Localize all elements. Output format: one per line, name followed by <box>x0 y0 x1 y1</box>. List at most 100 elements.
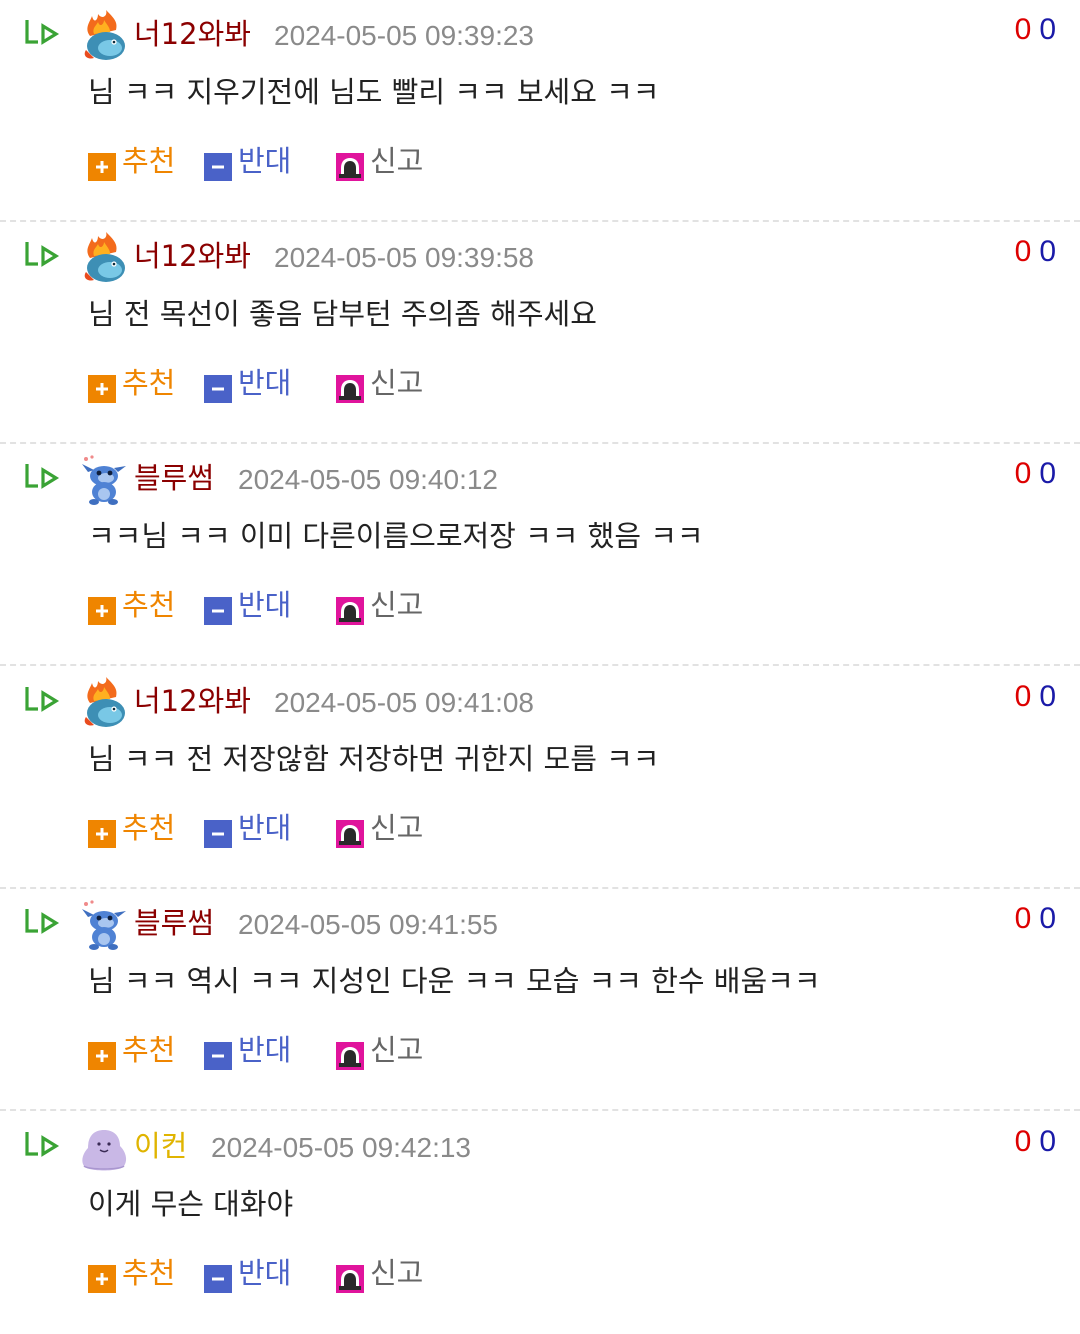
comment-item: 이컨 2024-05-05 09:42:13 0 0 이게 무슨 대화야추천 반대 신고 <box>0 1112 1080 1334</box>
recommend-label: 추천 <box>122 811 176 845</box>
oppose-button[interactable]: 반대 <box>204 1030 296 1070</box>
comment-nickname[interactable]: 블루썸 <box>134 903 214 943</box>
minus-icon <box>204 1265 232 1293</box>
minus-icon <box>204 375 232 403</box>
report-label: 신고 <box>370 1033 424 1067</box>
comment-item: 너12와봐 2024-05-05 09:39:58 0 0 님 전 목선이 좋음 담부턴… <box>0 222 1080 444</box>
downvote-count: 0 <box>1039 13 1056 46</box>
comment-nickname[interactable]: 너12와봐 <box>134 236 251 276</box>
vote-counts: 00 <box>1015 454 1056 494</box>
report-button[interactable]: 신고 <box>336 1253 428 1293</box>
comment-text: 님 ㅋㅋ 지우기전에 님도 빨리 ㅋㅋ 보세요 ㅋㅋ <box>88 75 660 109</box>
recommend-button[interactable]: 추천 <box>88 363 180 403</box>
comment-item: 블루썸 2024-05-05 09:41:55 0 0 님 ㅋㅋ 역시 ㅋㅋ 지성인 다… <box>0 889 1080 1111</box>
reply-arrow-icon <box>24 685 60 715</box>
comment-text: 님 ㅋㅋ 역시 ㅋㅋ 지성인 다운 ㅋㅋ 모습 ㅋㅋ 한수 배움ㅋㅋ <box>88 964 821 998</box>
comment-text: ㅋㅋ님 ㅋㅋ 이미 다른이름으로저장 ㅋㅋ 했음 ㅋㅋ <box>88 519 704 553</box>
fire-dragon-avatar-icon[interactable] <box>80 232 128 284</box>
comment-text: 님 전 목선이 좋음 담부턴 주의좀 해주세요 <box>88 297 597 331</box>
recommend-button[interactable]: 추천 <box>88 585 180 625</box>
recommend-button[interactable]: 추천 <box>88 808 180 848</box>
fire-dragon-avatar-icon[interactable] <box>80 677 128 729</box>
recommend-button[interactable]: 추천 <box>88 141 180 181</box>
vote-counts: 00 <box>1015 10 1056 50</box>
plus-icon <box>88 1265 116 1293</box>
downvote-count: 0 <box>1039 680 1056 713</box>
oppose-label: 반대 <box>238 1256 292 1290</box>
upvote-count: 0 <box>1014 902 1032 935</box>
recommend-label: 추천 <box>122 366 176 400</box>
minus-icon <box>204 597 232 625</box>
oppose-button[interactable]: 반대 <box>204 808 296 848</box>
plus-icon <box>88 820 116 848</box>
upvote-count: 0 <box>1014 680 1032 713</box>
reply-arrow-icon <box>24 462 60 492</box>
comment-timestamp: 2024-05-05 09:40:12 <box>238 464 498 495</box>
report-label: 신고 <box>370 1256 424 1290</box>
oppose-button[interactable]: 반대 <box>204 585 296 625</box>
comment-item: 너12와봐 2024-05-05 09:39:23 0 0 님 ㅋㅋ 지우기전에 님도 … <box>0 0 1080 222</box>
report-label: 신고 <box>370 366 424 400</box>
upvote-count: 0 <box>1014 13 1032 46</box>
comment-timestamp: 2024-05-05 09:39:23 <box>274 20 534 51</box>
recommend-button[interactable]: 추천 <box>88 1030 180 1070</box>
oppose-button[interactable]: 반대 <box>204 363 296 403</box>
comment-timestamp: 2024-05-05 09:41:08 <box>274 687 534 718</box>
downvote-count: 0 <box>1039 235 1056 268</box>
report-button[interactable]: 신고 <box>336 363 428 403</box>
comment-item: 블루썸 2024-05-05 09:40:12 0 0 ㅋㅋ님 ㅋㅋ 이미 다른이름으로… <box>0 444 1080 666</box>
oppose-label: 반대 <box>238 1033 292 1067</box>
report-label: 신고 <box>370 811 424 845</box>
comment-nickname[interactable]: 블루썸 <box>134 458 214 498</box>
fire-dragon-avatar-icon[interactable] <box>80 10 128 62</box>
siren-icon <box>336 153 364 181</box>
comment-item: 너12와봐 2024-05-05 09:41:08 0 0 님 ㅋㅋ 전 저장않함 저장… <box>0 667 1080 889</box>
reply-arrow-icon <box>24 240 60 270</box>
recommend-label: 추천 <box>122 1033 176 1067</box>
vote-counts: 00 <box>1015 899 1056 939</box>
siren-icon <box>336 375 364 403</box>
comment-nickname[interactable]: 너12와봐 <box>134 14 251 54</box>
minus-icon <box>204 1042 232 1070</box>
report-label: 신고 <box>370 144 424 178</box>
oppose-button[interactable]: 반대 <box>204 1253 296 1293</box>
siren-icon <box>336 1042 364 1070</box>
comment-nickname[interactable]: 이컨 <box>134 1126 187 1166</box>
siren-icon <box>336 597 364 625</box>
vote-counts: 00 <box>1015 677 1056 717</box>
downvote-count: 0 <box>1039 457 1056 490</box>
purple-blob-avatar-icon[interactable] <box>80 1122 128 1174</box>
downvote-count: 0 <box>1039 902 1056 935</box>
recommend-button[interactable]: 추천 <box>88 1253 180 1293</box>
siren-icon <box>336 820 364 848</box>
minus-icon <box>204 153 232 181</box>
reply-arrow-icon <box>24 907 60 937</box>
comment-text: 님 ㅋㅋ 전 저장않함 저장하면 귀한지 모름 ㅋㅋ <box>88 742 660 776</box>
plus-icon <box>88 153 116 181</box>
blue-alien-avatar-icon[interactable] <box>80 454 128 506</box>
vote-counts: 00 <box>1015 1122 1056 1162</box>
recommend-label: 추천 <box>122 1256 176 1290</box>
downvote-count: 0 <box>1039 1125 1056 1158</box>
blue-alien-avatar-icon[interactable] <box>80 899 128 951</box>
report-button[interactable]: 신고 <box>336 585 428 625</box>
upvote-count: 0 <box>1014 1125 1032 1158</box>
plus-icon <box>88 597 116 625</box>
plus-icon <box>88 375 116 403</box>
report-button[interactable]: 신고 <box>336 808 428 848</box>
comment-timestamp: 2024-05-05 09:39:58 <box>274 242 534 273</box>
vote-counts: 00 <box>1015 232 1056 272</box>
comment-timestamp: 2024-05-05 09:41:55 <box>238 909 498 940</box>
recommend-label: 추천 <box>122 588 176 622</box>
report-button[interactable]: 신고 <box>336 1030 428 1070</box>
minus-icon <box>204 820 232 848</box>
comment-timestamp: 2024-05-05 09:42:13 <box>211 1132 471 1163</box>
comment-text: 이게 무슨 대화야 <box>88 1187 294 1221</box>
oppose-button[interactable]: 반대 <box>204 141 296 181</box>
oppose-label: 반대 <box>238 588 292 622</box>
oppose-label: 반대 <box>238 366 292 400</box>
plus-icon <box>88 1042 116 1070</box>
comment-nickname[interactable]: 너12와봐 <box>134 681 251 721</box>
recommend-label: 추천 <box>122 144 176 178</box>
report-button[interactable]: 신고 <box>336 141 428 181</box>
